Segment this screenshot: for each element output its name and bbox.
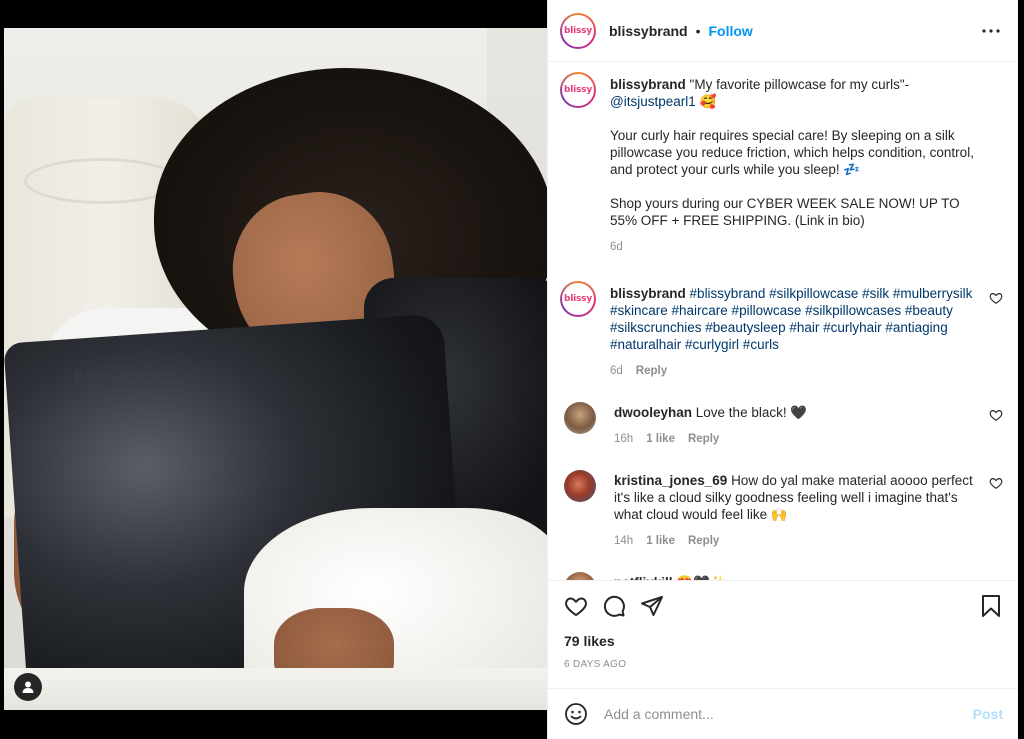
comment-row: blissy blissybrand #blissybrand #silkpil… [560,281,1003,380]
reply-button[interactable]: Reply [636,363,667,380]
reply-button[interactable]: Reply [688,431,719,448]
separator-dot: • [695,22,701,39]
like-comment-heart-icon[interactable] [989,476,1003,490]
likes-count[interactable]: 79 likes [564,633,1003,649]
comments-list[interactable]: blissy blissybrand "My favorite pillowca… [548,62,1019,580]
comment-time: 16h [614,433,634,445]
post-header: blissy blissybrand • Follow [548,0,1019,62]
comment-text: Love the black! 🖤 [695,405,808,420]
more-icon [982,28,1000,33]
comment-username[interactable]: dwooleyhan [614,405,692,420]
comment-row: kristina_jones_69 How do yal make materi… [560,470,1003,550]
comment-username[interactable]: blissybrand [610,286,686,301]
comment-row: netflixkill 😍🖤✨ [560,572,1003,580]
post-side-panel: blissy blissybrand • Follow blissy bliss… [547,0,1019,739]
comment-time: 6d [610,365,623,377]
comment-avatar[interactable]: blissy [560,281,596,317]
share-button[interactable] [640,594,664,618]
comment-likes[interactable]: 1 like [646,431,675,448]
send-paper-plane-icon [641,596,663,616]
comment-row: dwooleyhan Love the black! 🖤 16h 1 like … [560,402,1003,448]
caption-line1: "My favorite pillowcase for my curls"- [689,77,910,92]
mention-link[interactable]: @itsjustpearl1 [610,94,696,109]
more-options-button[interactable] [979,19,1003,43]
avatar-logo-text: blissy [564,25,592,36]
like-comment-heart-icon[interactable] [989,408,1003,422]
follow-button[interactable]: Follow [709,23,753,39]
commenter-avatar[interactable] [564,470,596,502]
user-icon [22,681,34,693]
post-actions: 79 likes 6 DAYS AGO [548,580,1019,688]
post-comment-button[interactable]: Post [973,706,1003,722]
caption-paragraph: Shop yours during our CYBER WEEK SALE NO… [610,196,960,228]
comment-composer: Add a comment... Post [548,688,1019,739]
comment-input[interactable]: Add a comment... [604,706,973,722]
post-media: blissy [0,0,547,739]
bedsheet [4,668,547,710]
caption-time: 6d [610,241,623,253]
caption: blissy blissybrand "My favorite pillowca… [560,72,1003,256]
caption-paragraph: Your curly hair requires special care! B… [610,128,974,177]
avatar-logo-text: blissy [564,85,592,95]
like-comment-heart-icon[interactable] [989,291,1003,305]
post-date: 6 DAYS AGO [564,659,627,670]
comment-username[interactable]: kristina_jones_69 [614,473,727,488]
tagged-user-button[interactable] [14,673,42,701]
avatar-logo-text: blissy [564,294,592,304]
smiley-icon [565,703,587,725]
comment-bubble-icon [603,595,625,617]
post-photo[interactable]: blissy [4,28,547,710]
caption-username[interactable]: blissybrand [610,77,686,92]
heart-icon [565,597,587,616]
emoji: 💤 [843,162,861,177]
reply-button[interactable]: Reply [688,533,719,550]
comment-button[interactable] [602,594,626,618]
author-username[interactable]: blissybrand [609,23,688,39]
comment-likes[interactable]: 1 like [646,533,675,550]
window-edge [1018,0,1024,739]
author-avatar[interactable]: blissy [560,12,596,49]
commenter-avatar[interactable] [564,572,596,580]
bookmark-icon [982,595,1000,617]
emoji-picker-button[interactable] [564,702,588,726]
emoji: 🥰 [699,94,717,109]
caption-avatar[interactable]: blissy [560,72,596,108]
commenter-avatar[interactable] [564,402,596,434]
save-button[interactable] [979,594,1003,618]
like-button[interactable] [564,594,588,618]
comment-time: 14h [614,535,634,547]
